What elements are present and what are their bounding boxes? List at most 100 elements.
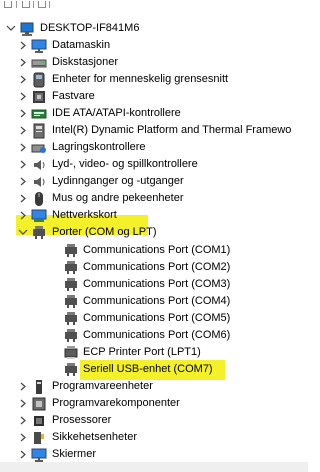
port-connector-icon bbox=[63, 260, 79, 276]
port-device[interactable]: Communications Port (COM5) bbox=[0, 310, 308, 327]
chevron-right-icon[interactable] bbox=[18, 158, 28, 171]
chevron-right-icon[interactable] bbox=[18, 90, 28, 103]
category-label: Programvarekomponenter bbox=[52, 397, 180, 409]
disk-drive-icon bbox=[31, 55, 47, 71]
firmware-icon bbox=[31, 89, 47, 105]
chevron-right-icon[interactable] bbox=[18, 73, 28, 86]
processor-icon bbox=[31, 413, 47, 429]
category-label: Diskstasjoner bbox=[52, 56, 119, 68]
tree-category[interactable]: Enheter for menneskelig grensesnitt bbox=[0, 71, 308, 88]
port-device-label: Communications Port (COM5) bbox=[83, 312, 231, 324]
chevron-right-icon[interactable] bbox=[18, 414, 28, 427]
tree-category[interactable]: Skiermer bbox=[0, 446, 308, 463]
chevron-right-icon[interactable] bbox=[18, 209, 28, 222]
category-label: Fastvare bbox=[52, 90, 95, 102]
chevron-right-icon[interactable] bbox=[18, 397, 28, 410]
tree-category-ports[interactable]: Porter (COM og LPT) bbox=[0, 224, 308, 241]
port-connector-icon bbox=[31, 225, 47, 241]
port-device[interactable]: ECP Printer Port (LPT1) bbox=[0, 344, 308, 361]
port-device-label: Seriell USB-enhet (COM7) bbox=[83, 363, 213, 375]
printer-port-icon bbox=[63, 345, 79, 361]
ide-controller-icon bbox=[31, 106, 47, 122]
tree-category[interactable]: Datamaskin bbox=[0, 37, 308, 54]
toolbar-icon[interactable] bbox=[38, 1, 46, 8]
tree-root[interactable]: DESKTOP-IF841M6 bbox=[0, 20, 308, 37]
port-connector-icon bbox=[63, 311, 79, 327]
category-label: Programvareenheter bbox=[52, 380, 153, 392]
monitor-icon bbox=[31, 447, 47, 463]
tree-category[interactable]: Mus og andre pekeenheter bbox=[0, 190, 308, 207]
port-device[interactable]: Communications Port (COM2) bbox=[0, 259, 308, 276]
tree-category[interactable]: Prosessorer bbox=[0, 412, 308, 429]
hid-icon bbox=[31, 72, 47, 88]
tree-category[interactable]: Fastvare bbox=[0, 88, 308, 105]
tree-category[interactable]: Lyd-, video- og spillkontrollere bbox=[0, 156, 308, 173]
chevron-down-icon[interactable] bbox=[18, 226, 28, 239]
port-device-label: Communications Port (COM6) bbox=[83, 329, 231, 341]
chevron-right-icon[interactable] bbox=[18, 175, 28, 188]
tree-category[interactable]: Programvarekomponenter bbox=[0, 395, 308, 412]
speaker-icon bbox=[31, 157, 47, 173]
network-adapter-icon bbox=[31, 208, 47, 224]
computer-icon bbox=[19, 21, 35, 37]
storage-controller-icon bbox=[31, 140, 47, 156]
port-device[interactable]: Communications Port (COM3) bbox=[0, 276, 308, 293]
port-connector-icon bbox=[63, 328, 79, 344]
chevron-right-icon[interactable] bbox=[18, 124, 28, 137]
tree-category[interactable]: Sikkehetsenheter bbox=[0, 429, 308, 446]
category-label: Porter (COM og LPT) bbox=[52, 226, 157, 238]
category-label: Skiermer bbox=[52, 448, 97, 460]
port-device-label: Communications Port (COM4) bbox=[83, 295, 231, 307]
bottom-edge bbox=[0, 462, 308, 472]
tree-root-label: DESKTOP-IF841M6 bbox=[40, 22, 140, 34]
chevron-right-icon[interactable] bbox=[18, 192, 28, 205]
tree-category[interactable]: Intel(R) Dynamic Platform and Thermal Fr… bbox=[0, 122, 308, 139]
software-component-icon bbox=[31, 396, 47, 412]
port-connector-icon bbox=[63, 277, 79, 293]
chevron-right-icon[interactable] bbox=[18, 39, 28, 52]
port-connector-icon bbox=[63, 243, 79, 259]
chevron-right-icon[interactable] bbox=[18, 107, 28, 120]
tree-category[interactable]: Nettverkskort bbox=[0, 207, 308, 224]
monitor-icon bbox=[31, 38, 47, 54]
toolbar-separator bbox=[33, 1, 34, 8]
toolbar-icon[interactable] bbox=[22, 1, 30, 8]
security-device-icon bbox=[31, 430, 47, 446]
intel-device-icon bbox=[31, 123, 47, 139]
category-label: Prosessorer bbox=[52, 414, 112, 426]
port-device[interactable]: Communications Port (COM1) bbox=[0, 242, 308, 259]
chevron-right-icon[interactable] bbox=[18, 431, 28, 444]
tree-category[interactable]: Diskstasjoner bbox=[0, 54, 308, 71]
chevron-right-icon[interactable] bbox=[18, 56, 28, 69]
toolbar-separator bbox=[49, 1, 50, 8]
category-label: Nettverkskort bbox=[52, 209, 117, 221]
tree-category[interactable]: Lagringskontrollere bbox=[0, 139, 308, 156]
toolbar-icon[interactable] bbox=[4, 1, 12, 8]
category-label: Enheter for menneskelig grensesnitt bbox=[52, 73, 229, 85]
chevron-right-icon[interactable] bbox=[18, 448, 28, 461]
port-device-label: Communications Port (COM1) bbox=[83, 244, 231, 256]
port-device-usb-serial[interactable]: Seriell USB-enhet (COM7) bbox=[0, 361, 308, 378]
port-device-label: Communications Port (COM3) bbox=[83, 278, 231, 290]
tree-category[interactable]: Programvareenheter bbox=[0, 378, 308, 395]
chevron-right-icon[interactable] bbox=[18, 380, 28, 393]
category-label: Lydinnganger og -utganger bbox=[52, 175, 184, 187]
port-device-label: Communications Port (COM2) bbox=[83, 261, 231, 273]
chevron-right-icon[interactable] bbox=[18, 141, 28, 154]
port-device[interactable]: Communications Port (COM6) bbox=[0, 327, 308, 344]
toolbar-fragment bbox=[0, 0, 308, 14]
tree-category[interactable]: IDE ATA/ATAPI-kontrollere bbox=[0, 105, 308, 122]
speaker-icon bbox=[31, 174, 47, 190]
category-label: Lagringskontrollere bbox=[52, 141, 146, 153]
category-label: Mus og andre pekeenheter bbox=[52, 192, 184, 204]
device-tree: DESKTOP-IF841M6 Datamaskin Diskstasjoner… bbox=[0, 14, 308, 464]
chevron-down-icon[interactable] bbox=[6, 22, 16, 35]
category-label: Lyd-, video- og spillkontrollere bbox=[52, 158, 198, 170]
toolbar-separator bbox=[16, 1, 17, 8]
software-device-icon bbox=[31, 379, 47, 395]
port-device-label: ECP Printer Port (LPT1) bbox=[83, 346, 201, 358]
port-connector-icon bbox=[63, 362, 79, 378]
tree-category[interactable]: Lydinnganger og -utganger bbox=[0, 173, 308, 190]
port-device[interactable]: Communications Port (COM4) bbox=[0, 293, 308, 310]
category-label: Datamaskin bbox=[52, 39, 111, 51]
